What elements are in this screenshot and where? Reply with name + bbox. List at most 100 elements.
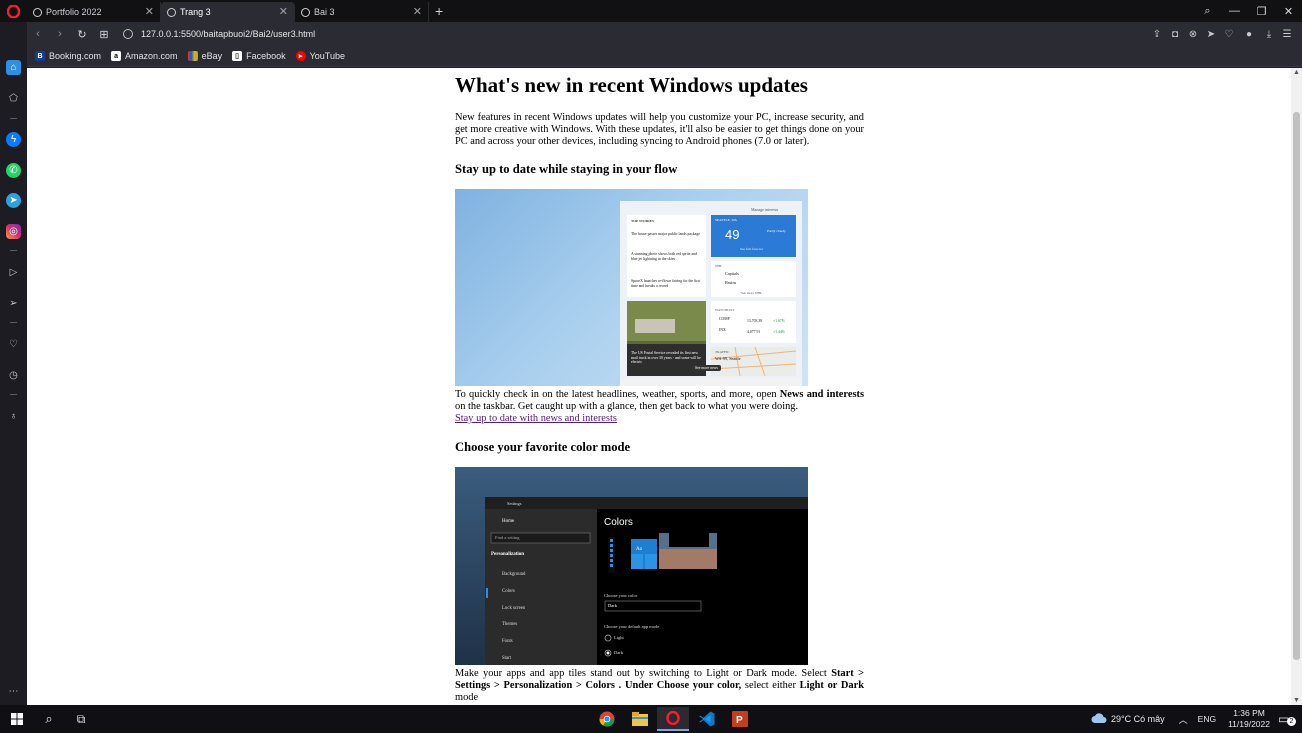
- bookmark-booking[interactable]: B Booking.com: [35, 51, 101, 61]
- tab-bar: Portfolio 2022 ✕ Trang 3 ✕ Bai 3 ✕ + ⌕ —…: [0, 0, 1302, 22]
- more-icon[interactable]: ⋯: [6, 684, 21, 699]
- powerpoint-icon[interactable]: P: [730, 709, 750, 729]
- language-indicator[interactable]: ENG: [1198, 714, 1216, 724]
- settings-option-dark: Dark: [614, 650, 623, 655]
- tabs-overview-button[interactable]: ⊞: [93, 28, 115, 41]
- url-text[interactable]: 127.0.0.1:5500/baitapbuoi2/Bai2/user3.ht…: [141, 29, 315, 39]
- send-icon[interactable]: ➢: [6, 296, 21, 311]
- widget-stock: INX: [719, 328, 726, 332]
- menu-icon[interactable]: ☰: [1278, 29, 1296, 40]
- widget-story: SpaceX launches re-flown fairing for the…: [631, 279, 701, 288]
- whatsapp-icon[interactable]: ✆: [6, 163, 21, 178]
- chevron-up-icon[interactable]: ︿: [1179, 713, 1188, 726]
- tab-bai3[interactable]: Bai 3 ✕: [295, 2, 429, 22]
- widget-weather: Partly cloudy: [767, 229, 786, 233]
- close-window-button[interactable]: ✕: [1275, 5, 1302, 18]
- lightbulb-icon[interactable]: ♁: [6, 409, 21, 424]
- opera-logo-icon[interactable]: [0, 0, 27, 22]
- settings-item: Colors: [502, 589, 515, 594]
- back-button[interactable]: ‹: [27, 28, 49, 40]
- close-icon[interactable]: ✕: [413, 5, 422, 18]
- close-icon[interactable]: ✕: [279, 5, 288, 18]
- share-icon[interactable]: ⇪: [1148, 29, 1166, 40]
- home-icon[interactable]: ⌂: [6, 60, 21, 75]
- heart-icon[interactable]: ♡: [6, 337, 21, 352]
- close-icon[interactable]: ✕: [145, 5, 154, 18]
- adblock-icon[interactable]: ⊗: [1184, 29, 1202, 40]
- widget-nhl: NHL: [715, 264, 723, 268]
- camera-icon[interactable]: ◘: [1166, 29, 1184, 40]
- scroll-up-arrow[interactable]: ▲: [1291, 69, 1302, 76]
- window-controls: ⌕ — ❐ ✕: [1194, 0, 1302, 22]
- opera-taskbar-icon[interactable]: [657, 707, 689, 731]
- search-icon[interactable]: ⌕: [40, 709, 58, 729]
- tab-trang3[interactable]: Trang 3 ✕: [161, 2, 295, 22]
- instagram-icon[interactable]: ◎: [6, 224, 21, 239]
- bookmark-facebook[interactable]: ▯ Facebook: [232, 51, 286, 61]
- widget-stock-value: 4,077.91: [747, 330, 761, 334]
- windows-start-icon[interactable]: [8, 709, 26, 729]
- vscode-icon[interactable]: [697, 709, 717, 729]
- settings-title: Settings: [507, 501, 522, 506]
- pinboard-icon[interactable]: ⬠: [6, 91, 21, 106]
- color-mode-screenshot: Settings Home Find a setting Personaliza…: [455, 467, 808, 665]
- bookmark-ebay[interactable]: eBay: [187, 51, 222, 61]
- color-mode-paragraph: Make your apps and app tiles stand out b…: [455, 668, 864, 703]
- address-toolbar: ‹ › ↻ ⊞ 127.0.0.1:5500/baitapbuoi2/Bai2/…: [27, 22, 1302, 46]
- tab-label: Trang 3: [180, 7, 211, 17]
- news-interests-link[interactable]: Stay up to date with news and interests: [455, 413, 617, 424]
- settings-item: Background: [502, 572, 526, 577]
- page-title: What's new in recent Windows updates: [455, 73, 808, 97]
- chrome-icon[interactable]: [597, 709, 617, 729]
- download-icon[interactable]: ⤓: [1260, 29, 1278, 40]
- divider: [10, 394, 17, 395]
- clock[interactable]: 1:36 PM 11/19/2022: [1228, 708, 1270, 730]
- time: 1:36 PM: [1233, 708, 1265, 718]
- page-icon: ▯: [232, 51, 243, 61]
- windows-taskbar: ⌕ ⧉ P 29°C Có mây ︿ ENG 1:36 PM 11/19/20…: [0, 705, 1302, 733]
- heart-icon[interactable]: ♡: [1220, 29, 1238, 40]
- page-scrollbar[interactable]: ▲ ▼: [1291, 68, 1302, 705]
- widget-traffic-road: WA-99, Seattle: [715, 356, 741, 361]
- profile-avatar[interactable]: ●: [1238, 29, 1260, 40]
- file-explorer-icon[interactable]: [630, 709, 650, 729]
- scroll-down-arrow[interactable]: ▼: [1291, 697, 1302, 704]
- amazon-icon: a: [111, 51, 122, 61]
- forward-button[interactable]: ›: [49, 28, 71, 40]
- new-tab-button[interactable]: +: [435, 3, 443, 19]
- widget-news-caption: The US Postal Service revealed its first…: [631, 351, 701, 365]
- tab-portfolio[interactable]: Portfolio 2022 ✕: [27, 2, 161, 22]
- reload-button[interactable]: ↻: [71, 28, 93, 41]
- bookmark-youtube[interactable]: ▸ YouTube: [295, 51, 345, 61]
- bookmarks-bar: B Booking.com a Amazon.com eBay ▯ Facebook …: [27, 46, 1302, 67]
- telegram-icon[interactable]: ➤: [6, 193, 21, 208]
- section-heading-color-mode: Choose your favorite color mode: [455, 440, 631, 454]
- widget-team: Capitals: [725, 271, 739, 276]
- intro-paragraph: New features in recent Windows updates w…: [455, 112, 864, 147]
- messenger-icon[interactable]: ϟ: [6, 132, 21, 147]
- widget-see-more-nhl: See more NHL: [741, 291, 763, 295]
- opera-sidebar: ⌂ ⬠ ϟ ✆ ➤ ◎ ▷ ➢ ♡ ◷ ♁ ⋯: [0, 22, 27, 705]
- settings-group: Personalization: [491, 552, 525, 557]
- weather-text[interactable]: 29°C Có mây: [1111, 714, 1165, 724]
- search-tabs-icon[interactable]: ⌕: [1194, 5, 1221, 18]
- send-icon[interactable]: ➤: [1202, 29, 1220, 40]
- settings-home: Home: [502, 519, 515, 524]
- restore-button[interactable]: ❐: [1248, 5, 1275, 18]
- widget-traffic: TRAFFIC: [715, 350, 730, 354]
- settings-dropdown: Dark: [608, 603, 617, 608]
- address-bar[interactable]: 127.0.0.1:5500/baitapbuoi2/Bai2/user3.ht…: [123, 29, 315, 39]
- player-icon[interactable]: ▷: [6, 265, 21, 280]
- notification-icon[interactable]: ▭ 2: [1278, 712, 1296, 726]
- news-interests-screenshot: Manage interests TOP STORIES The house p…: [455, 189, 808, 386]
- history-icon[interactable]: ◷: [6, 368, 21, 383]
- task-view-icon[interactable]: ⧉: [72, 709, 90, 729]
- settings-item: Fonts: [502, 639, 513, 644]
- widget-manage-interests: Manage interests: [751, 207, 779, 212]
- widget-location: SEATTLE, WA: [715, 218, 737, 222]
- cloud-icon: [1091, 712, 1107, 726]
- bookmark-amazon[interactable]: a Amazon.com: [111, 51, 178, 61]
- minimize-button[interactable]: —: [1221, 5, 1248, 17]
- scroll-thumb[interactable]: [1293, 112, 1300, 660]
- settings-item: Themes: [502, 622, 518, 627]
